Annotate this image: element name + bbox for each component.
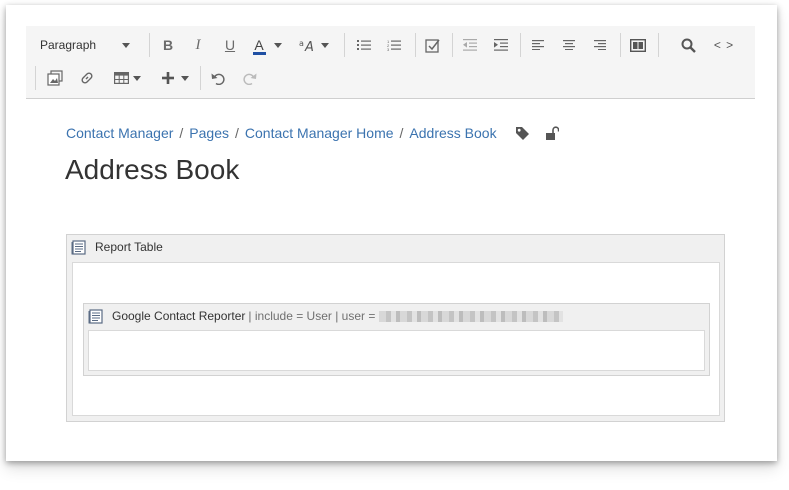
insert-more-button[interactable] <box>158 66 192 90</box>
text-color-button[interactable]: A <box>252 33 286 57</box>
align-center-icon <box>563 40 575 50</box>
page-layout-button[interactable] <box>628 33 648 57</box>
macro-title: Report Table <box>95 240 163 254</box>
redo-button[interactable] <box>239 66 259 90</box>
unlock-icon <box>545 125 559 140</box>
svg-text:3: 3 <box>387 47 390 51</box>
paragraph-format-dropdown[interactable]: Paragraph <box>40 33 140 57</box>
outdent-button[interactable] <box>460 33 480 57</box>
toolbar-separator <box>452 33 453 57</box>
undo-icon <box>211 73 225 85</box>
text-color-icon: A <box>254 37 264 53</box>
macro-icon <box>88 308 103 324</box>
font-size-button[interactable]: a A <box>297 33 331 57</box>
source-editor-button[interactable]: < > <box>710 33 738 57</box>
chevron-down-icon <box>180 75 189 81</box>
insert-link-button[interactable] <box>77 66 97 90</box>
insert-table-button[interactable] <box>110 66 144 90</box>
bullet-list-button[interactable] <box>354 33 374 57</box>
underline-button[interactable]: U <box>220 33 240 57</box>
toolbar-separator <box>200 66 201 90</box>
bold-button[interactable]: B <box>158 33 178 57</box>
macro-header: Report Table <box>71 239 163 255</box>
breadcrumb-separator: / <box>399 125 404 141</box>
page-title[interactable]: Address Book <box>65 154 239 186</box>
find-replace-button[interactable] <box>678 33 698 57</box>
insert-image-button[interactable] <box>45 66 65 90</box>
svg-text:A: A <box>304 40 314 52</box>
labels-button[interactable] <box>515 126 530 141</box>
align-right-icon <box>594 40 606 50</box>
search-icon <box>681 38 696 53</box>
breadcrumb: Contact Manager / Pages / Contact Manage… <box>66 125 559 141</box>
text-color-bar <box>253 52 266 55</box>
google-contact-reporter-macro[interactable]: Google Contact Reporter | include = User… <box>83 303 710 376</box>
macro-title: Google Contact Reporter <box>112 309 246 323</box>
indent-button[interactable] <box>491 33 511 57</box>
editor-toolbar: Paragraph B I U A a A 1 2 3 < > <box>26 26 755 99</box>
macro-icon <box>71 239 86 255</box>
checkbox-icon <box>424 38 440 53</box>
macro-body[interactable]: Google Contact Reporter | include = User… <box>72 262 720 416</box>
breadcrumb-separator: / <box>235 125 239 141</box>
macro-parameters: | include = User | user = <box>248 309 376 323</box>
breadcrumb-item-pages[interactable]: Pages <box>189 125 229 141</box>
chevron-down-icon <box>122 42 131 48</box>
outdent-icon <box>463 39 477 51</box>
toolbar-separator <box>658 33 659 57</box>
undo-button[interactable] <box>208 66 228 90</box>
italic-button[interactable]: I <box>188 33 208 57</box>
plus-icon <box>161 72 174 84</box>
restrictions-button[interactable] <box>545 125 559 141</box>
toolbar-separator <box>344 33 345 57</box>
task-list-button[interactable] <box>422 33 442 57</box>
toolbar-separator <box>415 33 416 57</box>
paragraph-format-label: Paragraph <box>40 38 97 52</box>
table-icon <box>113 72 129 84</box>
macro-header: Google Contact Reporter | include = User… <box>88 308 564 324</box>
chevron-down-icon <box>274 42 282 48</box>
editor-card: Paragraph B I U A a A 1 2 3 < > Contact … <box>6 5 777 461</box>
macro-body[interactable] <box>88 330 705 371</box>
chevron-down-icon <box>321 42 329 48</box>
font-size-icon: a A <box>299 39 314 52</box>
indent-icon <box>494 39 508 51</box>
align-center-button[interactable] <box>559 33 579 57</box>
numbered-list-icon: 1 2 3 <box>387 39 401 51</box>
breadcrumb-item-contact-manager[interactable]: Contact Manager <box>66 125 173 141</box>
bullet-list-icon <box>357 40 371 50</box>
toolbar-separator <box>620 33 621 57</box>
align-left-button[interactable] <box>528 33 548 57</box>
align-left-icon <box>532 40 544 50</box>
redacted-user-value <box>379 310 564 322</box>
breadcrumb-item-contact-manager-home[interactable]: Contact Manager Home <box>245 125 394 141</box>
image-icon <box>47 70 63 86</box>
layout-icon <box>630 38 646 52</box>
tag-icon <box>515 126 529 140</box>
breadcrumb-separator: / <box>179 125 184 141</box>
report-table-macro[interactable]: Report Table Google Contact Reporter | i… <box>66 234 725 422</box>
redo-icon <box>242 73 256 85</box>
toolbar-separator <box>149 33 150 57</box>
breadcrumb-item-address-book[interactable]: Address Book <box>409 125 496 141</box>
toolbar-separator <box>520 33 521 57</box>
align-right-button[interactable] <box>590 33 610 57</box>
svg-text:a: a <box>299 39 304 48</box>
chevron-down-icon <box>132 75 141 81</box>
link-icon <box>81 72 93 84</box>
numbered-list-button[interactable]: 1 2 3 <box>384 33 404 57</box>
toolbar-separator <box>35 66 36 90</box>
